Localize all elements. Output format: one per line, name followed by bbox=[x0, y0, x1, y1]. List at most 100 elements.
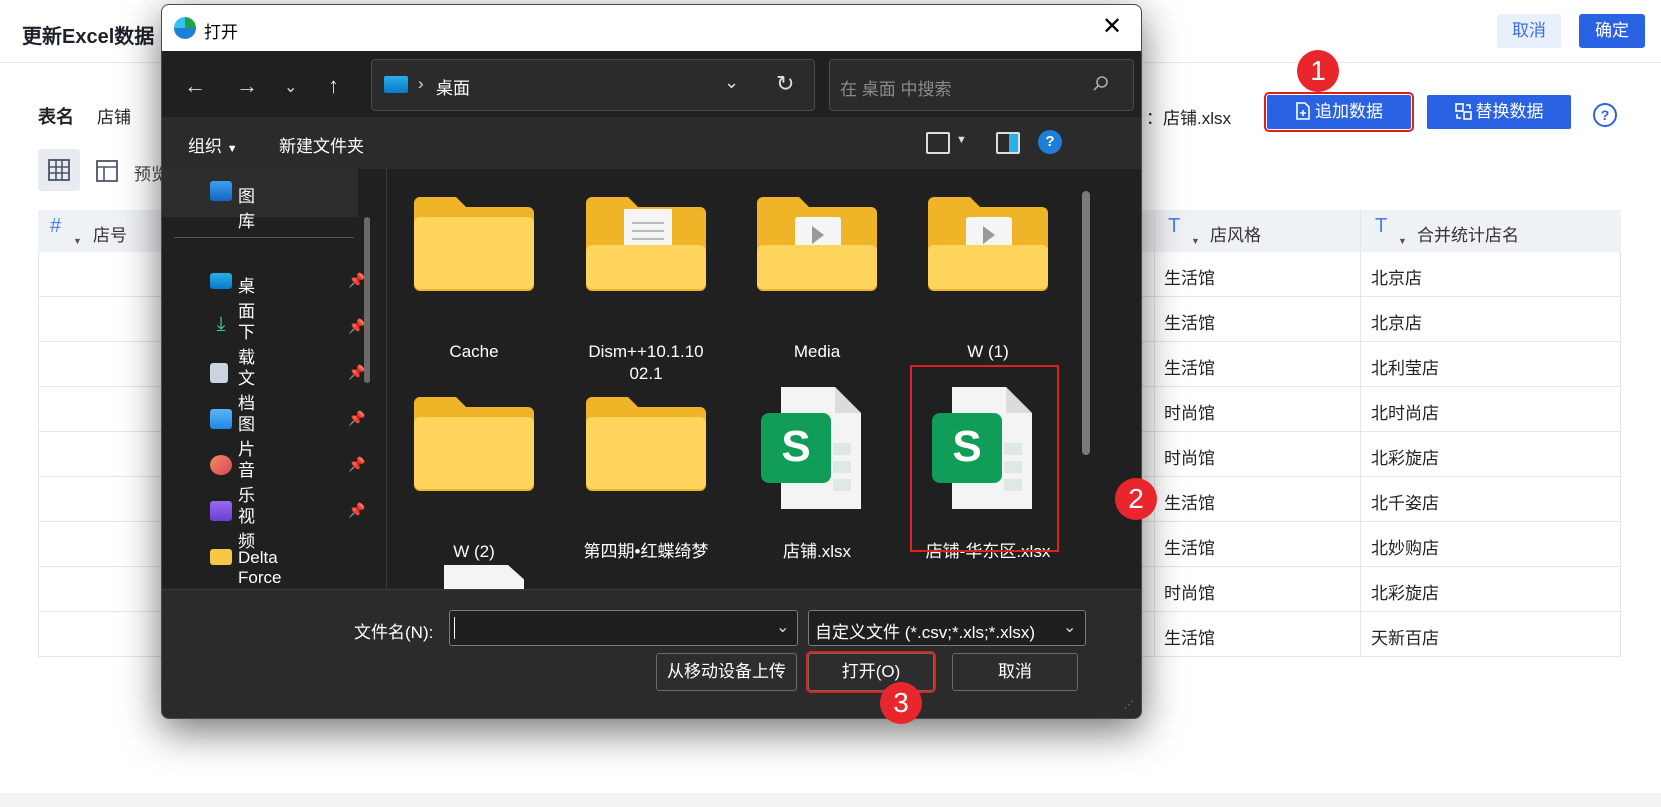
filetype-select[interactable]: 自定义文件 (*.csv;*.xls;*.xlsx) ⌄ bbox=[808, 610, 1086, 646]
file-name: W (2) bbox=[453, 542, 495, 561]
grid-view-button[interactable] bbox=[38, 149, 80, 191]
upload-from-mobile-button[interactable]: 从移动设备上传 bbox=[656, 653, 797, 691]
sort-caret-icon[interactable]: ▼ bbox=[1398, 236, 1407, 246]
help-icon[interactable]: ? bbox=[1038, 130, 1062, 154]
file-item[interactable]: Dism++10.1.10 02.1 bbox=[566, 189, 726, 389]
organize-menu[interactable]: 组织 ▼ bbox=[188, 132, 238, 157]
text-cursor bbox=[454, 617, 455, 639]
organize-chevron-icon: ▼ bbox=[226, 143, 238, 155]
music-icon bbox=[210, 455, 232, 475]
pin-icon[interactable]: 📌 bbox=[348, 502, 365, 519]
command-bar: 组织 ▼ 新建文件夹 ▼ ? bbox=[162, 117, 1141, 169]
preview-view-icon[interactable] bbox=[96, 160, 118, 182]
dialog-cancel-button[interactable]: 取消 bbox=[952, 653, 1078, 691]
folder-icon bbox=[210, 549, 232, 565]
open-button[interactable]: 打开(O) bbox=[806, 651, 936, 693]
file-item[interactable]: S 店铺.xlsx bbox=[737, 387, 897, 569]
cell-merged-name: 北彩旋店 bbox=[1371, 584, 1439, 603]
refresh-icon[interactable]: ↻ bbox=[776, 71, 794, 97]
confirm-button[interactable]: 确定 bbox=[1579, 14, 1645, 48]
dialog-title: 打开 bbox=[204, 23, 238, 42]
pin-icon[interactable]: 📌 bbox=[348, 456, 365, 473]
file-name: W (1) bbox=[967, 342, 1009, 361]
cell-merged-name: 北妙购店 bbox=[1371, 539, 1439, 558]
pin-icon[interactable]: 📌 bbox=[348, 272, 365, 289]
file-name: 第四期•红蝶绮梦 bbox=[583, 542, 709, 561]
divider bbox=[174, 237, 354, 238]
dialog-titlebar[interactable]: 打开 ✕ bbox=[162, 5, 1141, 51]
search-input[interactable]: 在 桌面 中搜索 bbox=[829, 59, 1134, 111]
filename-dropdown-chevron-icon[interactable]: ⌄ bbox=[776, 617, 789, 637]
table-name-label: 表名 bbox=[38, 107, 74, 127]
cell-store-style: 生活馆 bbox=[1164, 359, 1215, 378]
open-file-dialog: 打开 ✕ ← → ⌄ ↑ › 桌面 ⌄ ↻ 在 桌面 中搜索 组织 ▼ 新建文件… bbox=[161, 4, 1142, 719]
cell-merged-name: 北利莹店 bbox=[1371, 359, 1439, 378]
file-list-scrollbar[interactable] bbox=[1082, 191, 1090, 455]
recent-locations-chevron-icon[interactable]: ⌄ bbox=[284, 77, 297, 97]
column-header-merged-name: 合并统计店名 bbox=[1417, 226, 1519, 245]
pin-icon[interactable]: 📌 bbox=[348, 318, 365, 335]
sort-caret-icon[interactable]: ▼ bbox=[73, 236, 82, 246]
address-bar[interactable]: › 桌面 ⌄ ↻ bbox=[371, 59, 815, 111]
desktop-icon bbox=[384, 76, 408, 93]
add-data-label: 追加数据 bbox=[1315, 102, 1383, 121]
path-separator: › bbox=[418, 74, 424, 93]
cancel-button[interactable]: 取消 bbox=[1497, 14, 1561, 48]
resize-grip-icon[interactable]: ⋰ bbox=[1124, 700, 1134, 711]
sidebar-scrollbar[interactable] bbox=[364, 217, 370, 383]
sort-caret-icon[interactable]: ▼ bbox=[1191, 236, 1200, 246]
folder-icon bbox=[414, 397, 534, 491]
sidebar-item-label: 视频 bbox=[238, 507, 255, 551]
replace-data-button[interactable]: 替换数据 bbox=[1427, 95, 1571, 129]
page-title: 更新Excel数据 bbox=[22, 26, 155, 48]
up-arrow-icon[interactable]: ↑ bbox=[328, 73, 339, 99]
view-mode-chevron-icon[interactable]: ▼ bbox=[956, 134, 967, 146]
number-type-icon: # bbox=[50, 215, 62, 237]
sidebar-item-label: Delta Force bbox=[238, 548, 282, 587]
search-icon bbox=[1093, 76, 1108, 91]
preview-pane-icon[interactable] bbox=[996, 132, 1020, 154]
cell-merged-name: 北京店 bbox=[1371, 269, 1422, 288]
column-header-store-no: 店号 bbox=[93, 226, 127, 245]
pin-icon[interactable]: 📌 bbox=[348, 410, 365, 427]
file-name: Cache bbox=[449, 342, 499, 361]
pictures-icon bbox=[210, 409, 232, 429]
download-icon: ⤓ bbox=[216, 313, 226, 335]
step-badge-1: 1 bbox=[1297, 50, 1339, 92]
organize-label: 组织 bbox=[188, 137, 222, 156]
search-placeholder: 在 桌面 中搜索 bbox=[840, 80, 952, 99]
cell-store-style: 时尚馆 bbox=[1164, 584, 1215, 603]
filename-input[interactable]: ⌄ bbox=[449, 610, 798, 646]
filetype-value: 自定义文件 (*.csv;*.xls;*.xlsx) bbox=[815, 623, 1036, 642]
file-item[interactable]: W (2) bbox=[394, 389, 554, 569]
column-divider bbox=[1154, 210, 1155, 656]
table-name-value: 店铺 bbox=[97, 108, 131, 127]
add-file-icon bbox=[1296, 102, 1310, 120]
grid-icon bbox=[48, 159, 70, 181]
file-item[interactable]: Media bbox=[737, 189, 897, 389]
folder-video-icon bbox=[928, 197, 1048, 291]
file-item[interactable]: 第四期•红蝶绮梦 bbox=[566, 389, 726, 569]
navigation-pane: 图库 桌面 📌 ⤓ 下载 📌 文档 📌 图片 📌 音乐 📌 视频 📌 Delta… bbox=[162, 169, 394, 589]
sidebar-item-label: 图库 bbox=[238, 187, 255, 231]
forward-arrow-icon[interactable]: → bbox=[236, 73, 258, 99]
pane-splitter[interactable] bbox=[386, 169, 387, 589]
file-item[interactable]: W (1) bbox=[908, 189, 1068, 389]
address-dropdown-chevron-icon[interactable]: ⌄ bbox=[724, 72, 739, 93]
help-icon[interactable]: ? bbox=[1593, 103, 1617, 127]
cell-store-style: 生活馆 bbox=[1164, 629, 1215, 648]
spreadsheet-file-icon: S bbox=[761, 387, 861, 509]
cell-merged-name: 北京店 bbox=[1371, 314, 1422, 333]
file-name: Media bbox=[793, 342, 841, 361]
back-arrow-icon[interactable]: ← bbox=[184, 73, 206, 99]
folder-icon bbox=[414, 197, 534, 291]
add-data-button[interactable]: 追加数据 bbox=[1264, 92, 1414, 132]
close-icon[interactable]: ✕ bbox=[1102, 15, 1122, 39]
pin-icon[interactable]: 📌 bbox=[348, 364, 365, 381]
cell-store-style: 生活馆 bbox=[1164, 269, 1215, 288]
text-type-icon: T bbox=[1168, 215, 1181, 237]
view-mode-icon[interactable] bbox=[926, 132, 950, 154]
file-item[interactable]: Cache bbox=[394, 189, 554, 389]
text-type-icon: T bbox=[1375, 215, 1388, 237]
new-folder-button[interactable]: 新建文件夹 bbox=[279, 132, 364, 157]
